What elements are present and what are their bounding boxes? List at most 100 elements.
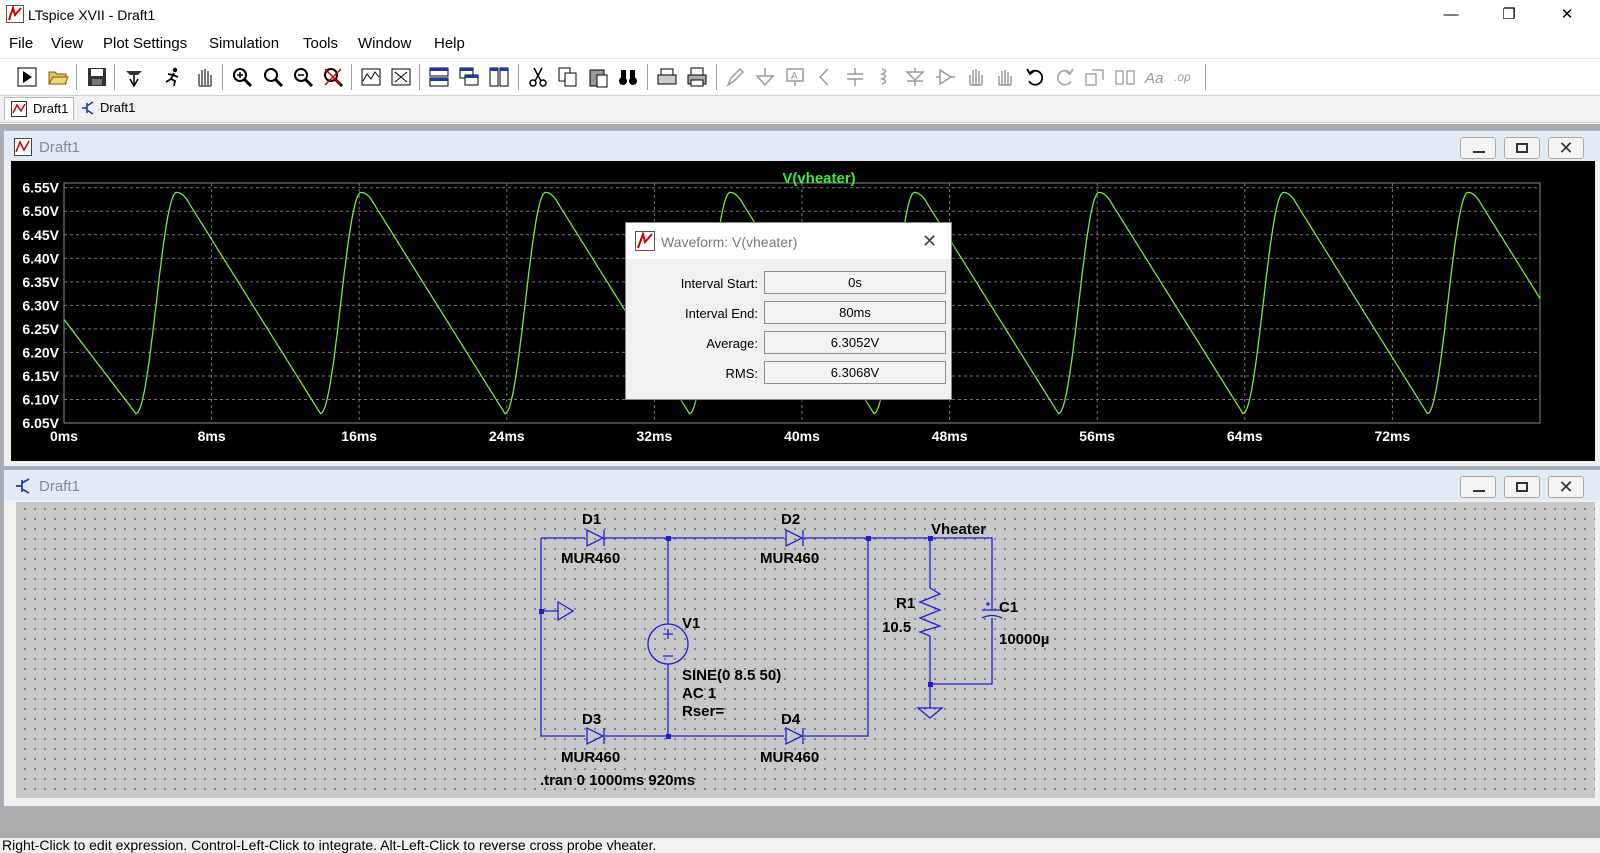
y-tick-label[interactable]: 6.50V xyxy=(22,203,59,219)
schematic-drawing[interactable]: D1 MUR460 D2 MUR460 D3 MUR460 D4 MUR460 … xyxy=(16,502,1595,798)
print-setup-icon[interactable] xyxy=(656,66,678,88)
y-tick-label[interactable]: 6.15V xyxy=(22,368,59,384)
schematic-canvas[interactable]: D1 MUR460 D2 MUR460 D3 MUR460 D4 MUR460 … xyxy=(16,502,1595,798)
x-tick-label[interactable]: 48ms xyxy=(932,428,968,444)
zoom-in-icon[interactable] xyxy=(262,66,284,88)
redo-icon[interactable] xyxy=(1054,66,1076,88)
zoom-area-icon[interactable] xyxy=(231,66,253,88)
menu-file[interactable]: File xyxy=(9,35,33,52)
interval-start-field[interactable]: 0s xyxy=(764,271,946,294)
chart-title[interactable]: V(vheater) xyxy=(782,170,855,187)
menu-window[interactable]: Window xyxy=(358,35,411,52)
waveform-maximize-button[interactable] xyxy=(1504,137,1540,159)
d2-model[interactable]: MUR460 xyxy=(760,550,819,567)
ground-symbol[interactable] xyxy=(916,707,944,719)
schematic-close-button[interactable]: ✕ xyxy=(1548,476,1584,498)
x-tick-label[interactable]: 40ms xyxy=(784,428,820,444)
menu-help[interactable]: Help xyxy=(434,35,465,52)
menu-view[interactable]: View xyxy=(51,35,83,52)
tab-waveform-draft1[interactable]: Draft1 xyxy=(4,97,74,120)
d2-name[interactable]: D2 xyxy=(781,511,800,528)
control-panel-icon[interactable] xyxy=(123,66,145,88)
find-binoculars-icon[interactable] xyxy=(617,66,639,88)
move-hand-icon[interactable] xyxy=(964,66,986,88)
minimize-button[interactable]: — xyxy=(1428,0,1474,30)
component-icon[interactable] xyxy=(814,66,836,88)
v1-rser[interactable]: Rser= xyxy=(682,703,724,720)
menu-simulation[interactable]: Simulation xyxy=(209,35,279,52)
mirror-icon[interactable] xyxy=(1114,66,1136,88)
waveform-close-button[interactable]: ✕ xyxy=(1548,137,1584,159)
y-tick-label[interactable]: 6.55V xyxy=(22,180,59,196)
ground-symbol-left[interactable] xyxy=(557,600,575,622)
c1-value[interactable]: 10000µ xyxy=(999,631,1049,648)
x-tick-label[interactable]: 8ms xyxy=(198,428,226,444)
y-tick-label[interactable]: 6.35V xyxy=(22,274,59,290)
drag-hand-icon[interactable] xyxy=(994,66,1016,88)
label-net-icon[interactable]: A xyxy=(784,66,806,88)
y-tick-label[interactable]: 6.40V xyxy=(22,250,59,266)
x-tick-label[interactable]: 72ms xyxy=(1374,428,1410,444)
zoom-cancel-icon[interactable] xyxy=(322,66,344,88)
menu-plot-settings[interactable]: Plot Settings xyxy=(103,35,187,52)
d4-model[interactable]: MUR460 xyxy=(760,749,819,766)
dialog-close-icon[interactable]: ✕ xyxy=(922,231,937,252)
c1-name[interactable]: C1 xyxy=(999,599,1018,616)
text-icon[interactable]: Aa xyxy=(1144,66,1166,88)
wire-pencil-icon[interactable] xyxy=(724,66,746,88)
menu-tools[interactable]: Tools xyxy=(303,35,338,52)
diode-d3[interactable] xyxy=(586,726,605,746)
x-tick-label[interactable]: 64ms xyxy=(1227,428,1263,444)
capacitor-icon[interactable] xyxy=(844,66,866,88)
zoom-full-icon[interactable] xyxy=(390,66,412,88)
open-folder-icon[interactable] xyxy=(47,66,69,88)
waveform-minimize-button[interactable] xyxy=(1460,137,1496,159)
d4-name[interactable]: D4 xyxy=(781,711,801,728)
new-schematic-icon[interactable] xyxy=(16,66,38,88)
v1-value[interactable]: SINE(0 8.5 50) xyxy=(682,667,781,684)
r1-value[interactable]: 10.5 xyxy=(882,619,911,636)
rms-field[interactable]: 6.3068V xyxy=(764,361,946,384)
x-tick-label[interactable]: 24ms xyxy=(489,428,525,444)
d1-model[interactable]: MUR460 xyxy=(561,550,620,567)
y-tick-label[interactable]: 6.30V xyxy=(22,297,59,313)
tab-schematic-draft1[interactable]: Draft1 xyxy=(76,97,140,119)
y-tick-label[interactable]: 6.45V xyxy=(22,227,59,243)
x-tick-label[interactable]: 16ms xyxy=(341,428,377,444)
copy-icon[interactable] xyxy=(557,66,579,88)
x-tick-label[interactable]: 0ms xyxy=(50,428,78,444)
diode-d2[interactable] xyxy=(785,528,804,548)
x-tick-label[interactable]: 56ms xyxy=(1079,428,1115,444)
net-label-vheater[interactable]: Vheater xyxy=(931,521,986,538)
zoom-out-icon[interactable] xyxy=(292,66,314,88)
schematic-minimize-button[interactable] xyxy=(1460,476,1496,498)
tile-vertical-icon[interactable] xyxy=(488,66,510,88)
resistor-r1[interactable] xyxy=(918,587,942,637)
save-icon[interactable] xyxy=(86,66,108,88)
y-tick-label[interactable]: 6.25V xyxy=(22,321,59,337)
cut-icon[interactable] xyxy=(527,66,549,88)
halt-hand-icon[interactable] xyxy=(193,66,215,88)
autorange-icon[interactable] xyxy=(360,66,382,88)
spice-directive-tran[interactable]: .tran 0 1000ms 920ms xyxy=(540,772,695,789)
diode-icon[interactable] xyxy=(904,66,926,88)
diode-d1[interactable] xyxy=(586,528,605,548)
component-symbol-icon[interactable] xyxy=(934,66,956,88)
undo-icon[interactable] xyxy=(1024,66,1046,88)
d3-name[interactable]: D3 xyxy=(582,711,601,728)
v1-name[interactable]: V1 xyxy=(682,615,700,632)
x-tick-label[interactable]: 32ms xyxy=(636,428,672,444)
ground-icon[interactable] xyxy=(754,66,776,88)
close-button[interactable]: ✕ xyxy=(1544,0,1590,30)
cascade-icon[interactable] xyxy=(458,66,480,88)
rotate-icon[interactable] xyxy=(1084,66,1106,88)
tile-horizontal-icon[interactable] xyxy=(428,66,450,88)
inductor-icon[interactable] xyxy=(874,66,896,88)
schematic-maximize-button[interactable] xyxy=(1504,476,1540,498)
diode-d4[interactable] xyxy=(785,726,804,746)
run-icon[interactable] xyxy=(162,66,184,88)
interval-end-field[interactable]: 80ms xyxy=(764,301,946,324)
y-tick-label[interactable]: 6.20V xyxy=(22,344,59,360)
v1-ac[interactable]: AC 1 xyxy=(682,685,716,702)
d3-model[interactable]: MUR460 xyxy=(561,749,620,766)
